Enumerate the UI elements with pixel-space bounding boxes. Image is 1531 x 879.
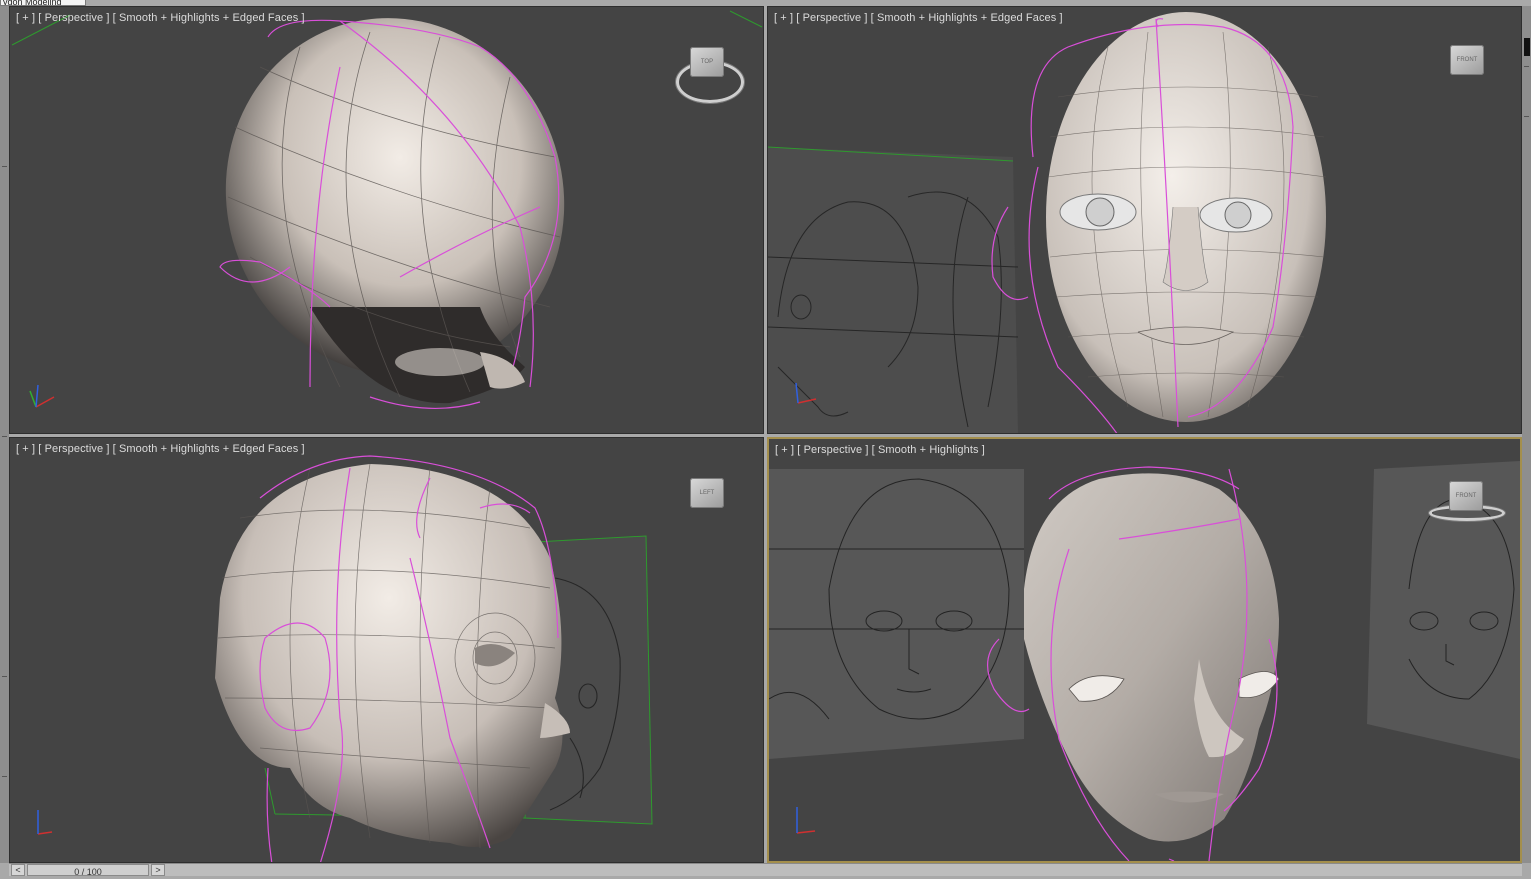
reference-sketch [768,12,1327,433]
viewport-label[interactable]: [ + ] [ Perspective ] [ Smooth + Highlig… [774,12,1063,24]
right-toolbar-strip [1522,6,1531,863]
viewcube-icon[interactable]: LEFT [690,478,724,508]
viewport-bottom-right[interactable]: [ + ] [ Perspective ] [ Smooth + Highlig… [767,437,1522,863]
viewcube-icon[interactable]: FRONT [1450,45,1484,75]
strip-tick [1524,116,1529,117]
timeline-next-button[interactable]: > [151,864,165,876]
reference-sketch [769,461,1520,861]
strip-tick [2,436,7,437]
left-toolbar-strip [0,6,9,863]
timeline-slider[interactable]: 0 / 100 [27,864,149,877]
axis-tripod-icon [37,810,53,835]
viewport-label[interactable]: [ + ] [ Perspective ] [ Smooth + Highlig… [16,12,305,24]
head-mesh [215,455,653,862]
viewport-label[interactable]: [ + ] [ Perspective ] [ Smooth + Highlig… [775,444,985,456]
strip-tick [2,776,7,777]
viewport-top-left[interactable]: [ + ] [ Perspective ] [ Smooth + Highlig… [9,6,764,434]
viewcube-icon[interactable]: FRONT [1449,481,1483,511]
strip-tick [2,166,7,167]
strip-tick [1524,66,1529,67]
timeline-bar: < 0 / 100 > [9,863,1522,877]
axis-tripod-icon [795,382,817,404]
head-mesh [11,10,763,410]
axis-tripod-icon [796,807,816,834]
scroll-marker[interactable] [1524,38,1530,56]
axis-tripod-icon [29,384,55,408]
viewport-top-right[interactable]: [ + ] [ Perspective ] [ Smooth + Highlig… [767,6,1522,434]
viewcube-icon[interactable]: TOP [690,47,724,77]
timeline-prev-button[interactable]: < [11,864,25,876]
viewport-bottom-left[interactable]: [ + ] [ Perspective ] [ Smooth + Highlig… [9,437,764,863]
strip-tick [2,676,7,677]
viewport-label[interactable]: [ + ] [ Perspective ] [ Smooth + Highlig… [16,443,305,455]
